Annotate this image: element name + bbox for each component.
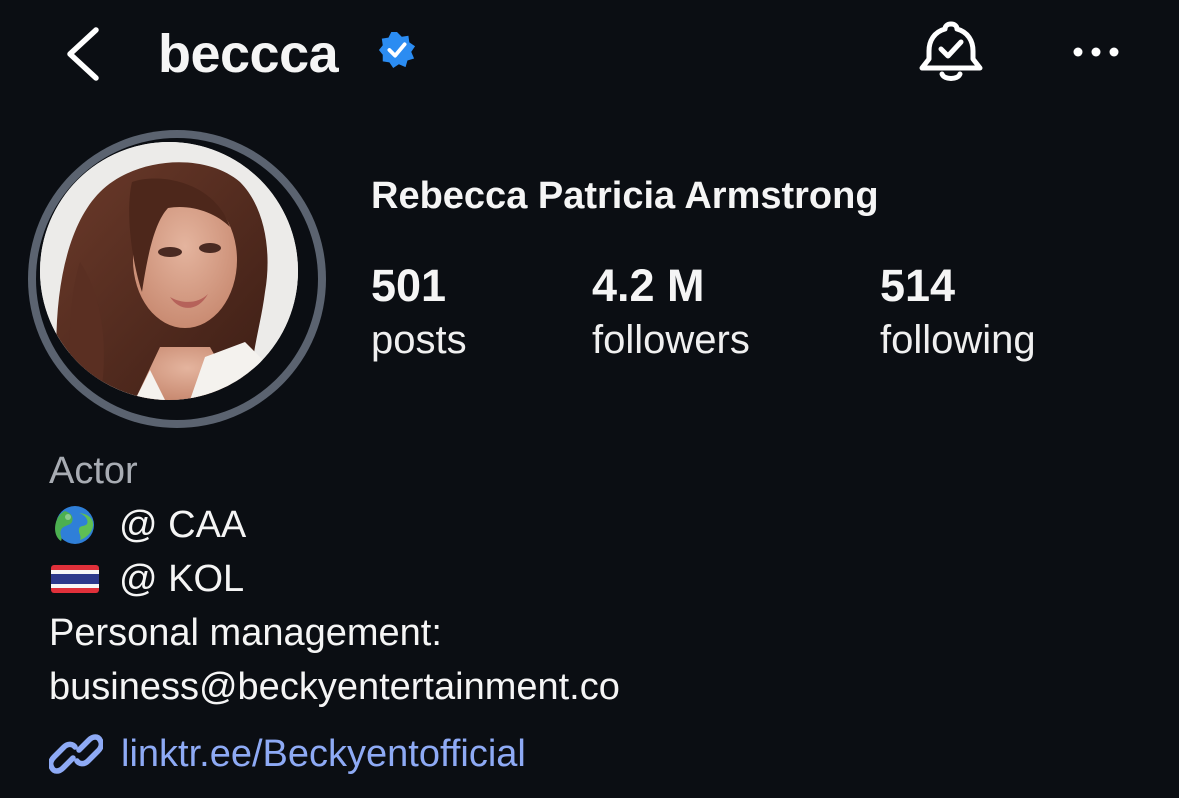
followers-count: 4.2 M bbox=[592, 260, 705, 311]
profile-photo bbox=[40, 142, 298, 400]
more-options-button[interactable] bbox=[1066, 32, 1126, 72]
thailand-flag-emoji-icon bbox=[51, 565, 99, 593]
link-icon bbox=[49, 734, 103, 774]
profile-link-text: linktr.ee/Beckyentofficial bbox=[121, 733, 526, 775]
back-button[interactable] bbox=[56, 22, 116, 86]
profile-username: beccca bbox=[158, 24, 339, 84]
posts-label: posts bbox=[371, 318, 467, 362]
bell-check-icon bbox=[919, 21, 983, 81]
followers-label: followers bbox=[592, 318, 750, 362]
verified-badge-icon bbox=[378, 31, 416, 69]
profile-link[interactable]: linktr.ee/Beckyentofficial bbox=[49, 728, 526, 780]
bio-line-agency: @ CAA bbox=[49, 498, 620, 552]
following-label: following bbox=[880, 318, 1036, 362]
profile-bio: Actor @ CAA @ KOL Personal management: b… bbox=[49, 444, 620, 714]
following-stat[interactable]: 514 following bbox=[880, 258, 1036, 366]
notifications-button[interactable] bbox=[914, 18, 988, 88]
bio-email: business@beckyentertainment.co bbox=[49, 666, 620, 708]
bio-management-label: Personal management: bbox=[49, 612, 442, 654]
followers-stat[interactable]: 4.2 M followers bbox=[592, 258, 750, 366]
globe-emoji-icon bbox=[55, 506, 94, 544]
following-count: 514 bbox=[880, 260, 956, 311]
chevron-left-icon bbox=[67, 27, 99, 81]
bio-line-kol: @ KOL bbox=[49, 552, 620, 606]
profile-full-name: Rebecca Patricia Armstrong bbox=[371, 175, 879, 217]
bio-kol-text: @ KOL bbox=[119, 558, 245, 600]
bio-category: Actor bbox=[49, 450, 138, 492]
bio-agency-text: @ CAA bbox=[119, 504, 247, 546]
profile-avatar[interactable] bbox=[28, 130, 326, 428]
more-horizontal-icon bbox=[1073, 47, 1119, 57]
posts-count: 501 bbox=[371, 260, 447, 311]
posts-stat[interactable]: 501 posts bbox=[371, 258, 467, 366]
